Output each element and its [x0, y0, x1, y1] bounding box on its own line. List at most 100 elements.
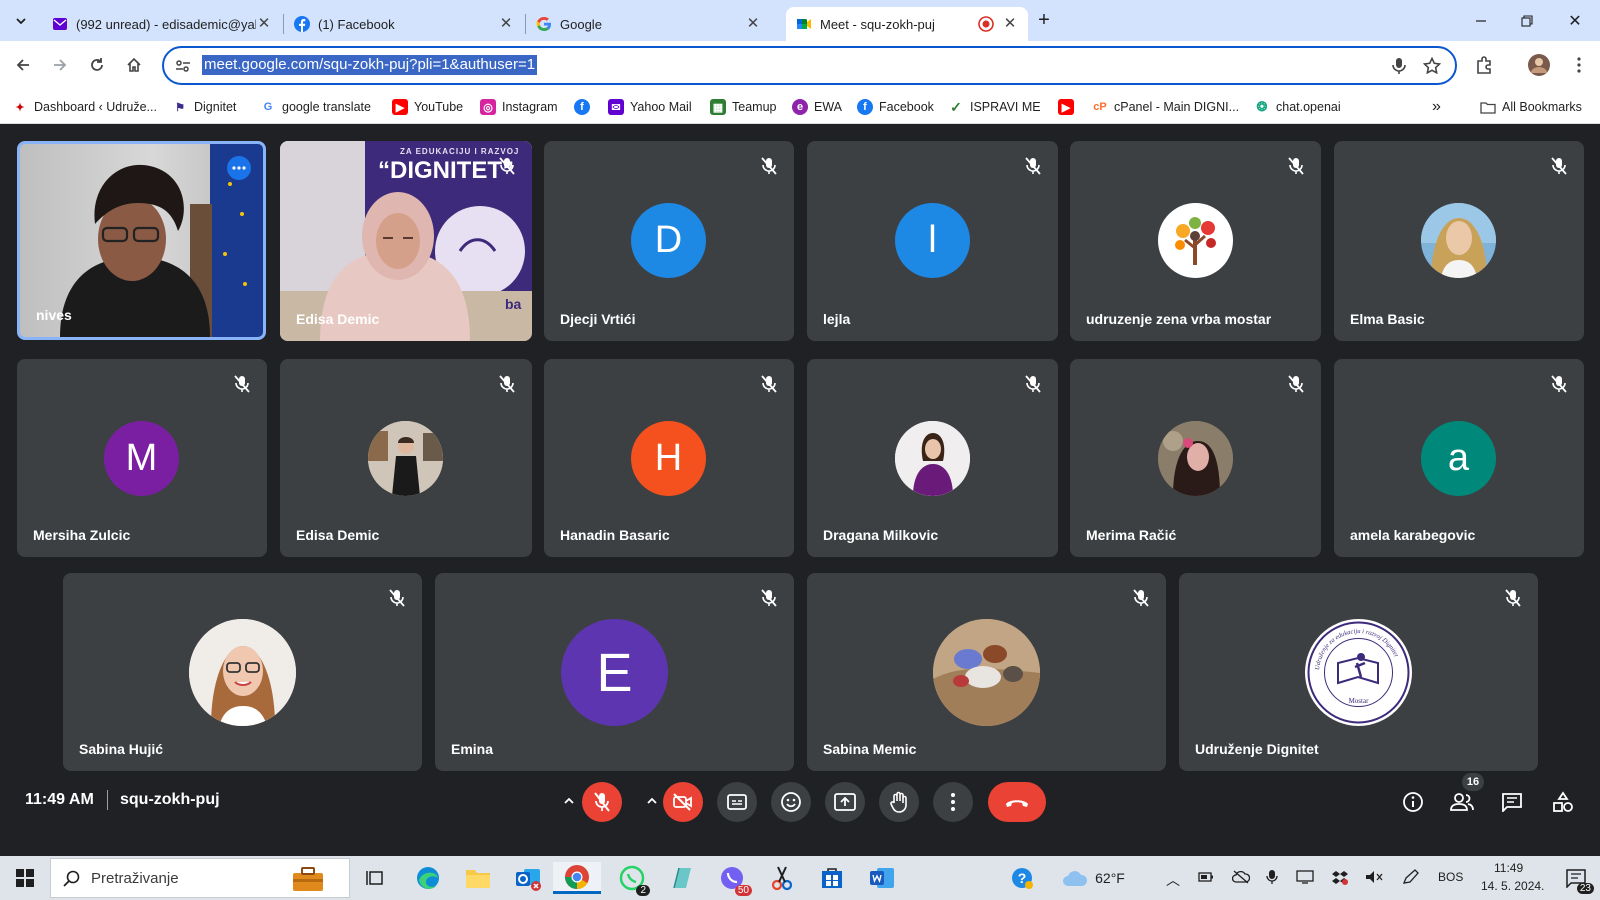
taskbar-chrome-active[interactable] — [553, 862, 601, 894]
tab-facebook[interactable]: (1) Facebook ✕ — [284, 7, 524, 41]
people-button[interactable]: 16 — [1442, 773, 1484, 822]
participant-tile-hanadin-basaric[interactable]: H Hanadin Basaric — [544, 359, 794, 557]
participant-tile-edisa-demic-video[interactable]: ZA EDUKACIJU I RAZVOJ “DIGNITET” ba Edis… — [280, 141, 532, 341]
taskbar-file-explorer[interactable] — [458, 862, 498, 894]
participant-tile-dragana-milkovic[interactable]: Dragana Milkovic — [807, 359, 1058, 557]
participant-tile-nives[interactable]: nives — [17, 141, 266, 340]
participant-tile-udruzenje-dignitet[interactable]: Udruženje za edukaciju i razvoj Dignitet… — [1179, 573, 1538, 771]
camera-toggle-button[interactable] — [663, 782, 703, 822]
all-bookmarks-button[interactable]: All Bookmarks — [1480, 97, 1582, 117]
url-text[interactable]: meet.google.com/squ-zokh-puj?pli=1&authu… — [202, 55, 538, 75]
participant-tile-edisa-demic[interactable]: Edisa Demic — [280, 359, 532, 557]
microphone-icon[interactable] — [1266, 869, 1278, 885]
closed-captions-icon — [727, 794, 747, 810]
more-options-button[interactable] — [933, 782, 973, 822]
input-language[interactable]: BOS — [1438, 870, 1463, 884]
bookmark-youtube[interactable]: ▶ YouTube — [392, 97, 463, 117]
tab-search-button[interactable] — [0, 0, 42, 41]
new-tab-button[interactable]: + — [1024, 0, 1064, 41]
bookmark-facebook[interactable]: f Facebook — [857, 97, 934, 117]
leave-call-button[interactable] — [988, 782, 1046, 822]
taskbar-notes-app[interactable] — [662, 862, 702, 894]
participant-tile-lejla[interactable]: l lejla — [807, 141, 1058, 341]
bookmark-youtube-icon-only[interactable]: ▶ — [1058, 97, 1080, 117]
close-icon[interactable]: ✕ — [1002, 16, 1018, 32]
address-bar[interactable]: meet.google.com/squ-zokh-puj?pli=1&authu… — [162, 46, 1457, 85]
close-icon[interactable]: ✕ — [745, 16, 761, 32]
bookmark-instagram[interactable]: ◎ Instagram — [480, 97, 558, 117]
participant-tile-emina[interactable]: E Emina — [435, 573, 794, 771]
help-tray-icon[interactable]: ? — [1002, 862, 1042, 894]
start-button[interactable] — [5, 862, 45, 894]
tab-meet[interactable]: Meet - squ-zokh-puj ✕ — [786, 7, 1028, 41]
reactions-button[interactable] — [771, 782, 811, 822]
task-view-button[interactable] — [355, 862, 395, 894]
bookmark-ispravi-me[interactable]: ✓ ISPRAVI ME — [948, 97, 1041, 117]
site-settings-icon[interactable] — [175, 58, 191, 74]
tab-yahoo-mail[interactable]: (992 unread) - edisademic@yahoo.com ✕ — [42, 7, 282, 41]
profile-avatar[interactable] — [1523, 49, 1555, 81]
taskbar-search-box[interactable]: Pretraživanje — [50, 858, 350, 898]
home-button[interactable] — [118, 49, 150, 81]
taskbar-viber[interactable]: 50 — [712, 862, 752, 896]
participant-tile-merima-racic[interactable]: Merima Račić — [1070, 359, 1321, 557]
participant-tile-mersiha-zulcic[interactable]: M Mersiha Zulcic — [17, 359, 267, 557]
bookmark-dignitet[interactable]: ⚑ Dignitet — [172, 97, 236, 117]
raise-hand-button[interactable] — [879, 782, 919, 822]
captions-button[interactable] — [717, 782, 757, 822]
onedrive-icon[interactable] — [1232, 870, 1250, 884]
dropbox-icon[interactable] — [1332, 869, 1348, 885]
pen-icon[interactable] — [1402, 869, 1420, 885]
participant-tile-djecji-vrtici[interactable]: D Djecji Vrtići — [544, 141, 794, 341]
battery-icon[interactable] — [1198, 871, 1214, 883]
weather-widget[interactable]: 62°F — [1053, 862, 1133, 894]
participant-tile-amela-karabegovic[interactable]: a amela karabegovic — [1334, 359, 1584, 557]
video-settings-chevron-icon[interactable] — [645, 794, 659, 808]
browser-menu-button[interactable] — [1563, 49, 1595, 81]
close-icon[interactable]: ✕ — [256, 16, 272, 32]
taskbar-snipping-tool[interactable] — [762, 862, 802, 894]
microphone-toggle-button[interactable] — [582, 782, 622, 822]
chat-button[interactable] — [1492, 782, 1532, 822]
bookmark-chat-openai[interactable]: ❂ chat.openai — [1254, 97, 1341, 117]
extensions-button[interactable] — [1468, 49, 1500, 81]
bookmark-star-icon[interactable] — [1423, 57, 1441, 75]
chevron-down-icon — [16, 17, 26, 24]
bookmark-cpanel[interactable]: cP cPanel - Main DIGNI... — [1092, 97, 1239, 117]
back-button[interactable] — [7, 49, 39, 81]
volume-muted-icon[interactable] — [1365, 870, 1383, 884]
meeting-details-button[interactable] — [1393, 782, 1433, 822]
minimize-button[interactable] — [1458, 0, 1504, 41]
system-time[interactable]: 11:49 — [1494, 861, 1523, 875]
participant-tile-udruzenje-zena-vrba-mostar[interactable]: udruzenje zena vrba mostar — [1070, 141, 1321, 341]
tab-google[interactable]: Google ✕ — [526, 7, 771, 41]
taskbar-word[interactable] — [862, 862, 902, 894]
bookmark-yahoo-mail[interactable]: ✉ Yahoo Mail — [608, 97, 692, 117]
microphone-icon[interactable] — [1391, 57, 1407, 75]
taskbar-whatsapp[interactable]: 2 — [612, 862, 652, 896]
audio-settings-chevron-icon[interactable] — [562, 794, 576, 808]
restore-button[interactable] — [1504, 0, 1550, 41]
bookmark-dashboard[interactable]: ✦ Dashboard ‹ Udruže... — [12, 97, 157, 117]
more-bookmarks-button[interactable]: » — [1432, 97, 1441, 117]
forward-button[interactable] — [44, 49, 76, 81]
bookmark-facebook-icon-only[interactable]: f — [574, 97, 596, 117]
present-screen-button[interactable] — [825, 782, 865, 822]
close-icon[interactable]: ✕ — [498, 16, 514, 32]
participant-tile-sabina-memic[interactable]: Sabina Memic — [807, 573, 1166, 771]
participant-tile-elma-basic[interactable]: Elma Basic — [1334, 141, 1584, 341]
bookmark-teamup[interactable]: ▦ Teamup — [710, 97, 776, 117]
notification-center-button[interactable]: 23 — [1556, 862, 1596, 894]
taskbar-outlook[interactable] — [508, 862, 548, 894]
display-icon[interactable] — [1296, 870, 1314, 884]
system-date[interactable]: 14. 5. 2024. — [1481, 879, 1544, 893]
activities-button[interactable] — [1543, 782, 1583, 822]
close-window-button[interactable]: ✕ — [1552, 0, 1598, 41]
taskbar-edge[interactable] — [408, 862, 448, 894]
bookmark-google-translate[interactable]: Ggoogle translate — [260, 97, 371, 117]
reload-button[interactable] — [81, 49, 113, 81]
bookmark-ewa[interactable]: e EWA — [792, 97, 842, 117]
taskbar-store[interactable] — [812, 862, 852, 894]
chevron-up-icon[interactable]: ︿ — [1166, 870, 1180, 890]
participant-tile-sabina-hujic[interactable]: Sabina Hujić — [63, 573, 422, 771]
